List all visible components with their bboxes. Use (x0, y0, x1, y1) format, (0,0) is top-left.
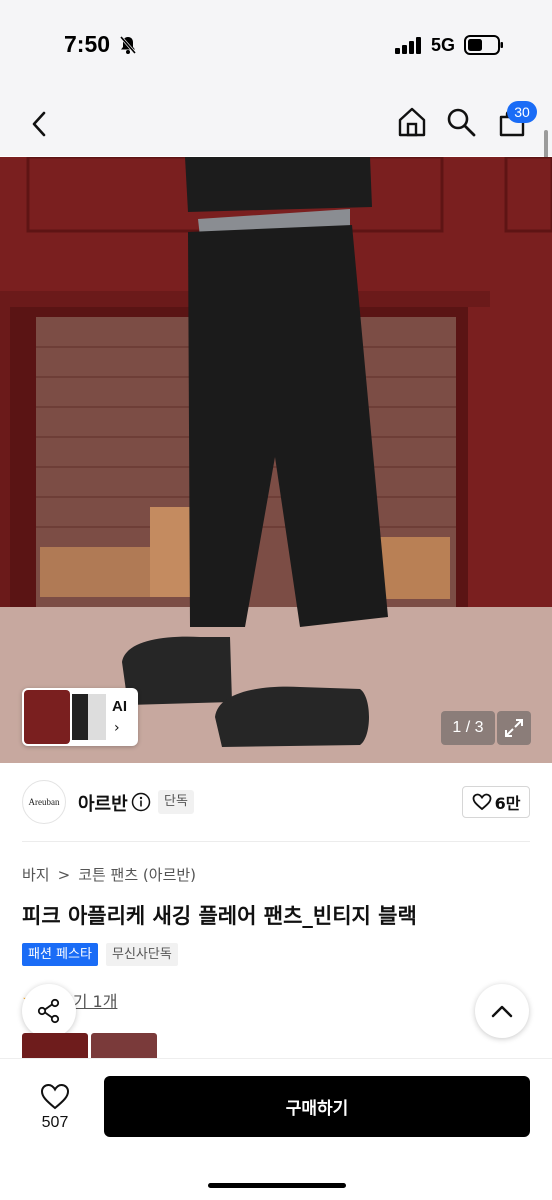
back-icon (32, 111, 46, 137)
wishlist-count: 507 (41, 1113, 69, 1131)
scroll-top-button[interactable] (475, 984, 529, 1038)
heart-icon (472, 793, 491, 811)
cart-count-badge: 30 (507, 101, 537, 123)
breadcrumb-category[interactable]: 바지 (22, 864, 50, 885)
home-icon (398, 107, 426, 137)
review-photo-thumbnail[interactable] (22, 1033, 88, 1059)
status-time: 7:50 (64, 31, 111, 57)
product-image[interactable] (0, 157, 552, 763)
fashion-festa-badge: 패션 페스타 (22, 943, 98, 966)
brand-like-count: 6만 (494, 794, 521, 813)
info-icon[interactable] (131, 792, 151, 812)
chevron-up-icon (491, 1005, 513, 1018)
brand-logo[interactable]: Areuban (22, 780, 66, 824)
thumbnail-image (88, 694, 106, 740)
musinsa-exclusive-badge: 무신사단독 (106, 943, 178, 966)
search-button[interactable] (443, 104, 479, 140)
home-button[interactable] (394, 104, 430, 140)
share-icon (37, 998, 60, 1024)
expand-icon (505, 719, 523, 737)
ai-label: AI (112, 698, 127, 715)
product-title: 피크 아플리케 새깅 플레어 팬츠_빈티지 블랙 (22, 904, 417, 928)
network-label: 5G (431, 35, 456, 55)
expand-image-button[interactable] (497, 711, 531, 745)
exclusive-badge: 단독 (158, 790, 194, 814)
heart-icon (40, 1083, 70, 1109)
wishlist-button[interactable]: 507 (22, 1077, 88, 1137)
back-button[interactable] (22, 106, 58, 142)
status-bar: 7:50 5G (0, 0, 552, 92)
breadcrumb-separator: > (57, 865, 71, 884)
battery-icon (464, 35, 503, 55)
top-nav-bar (0, 92, 552, 156)
breadcrumb: 바지 > 코튼 팬츠 (아르반) (22, 864, 196, 885)
thumbnail-image (24, 690, 70, 744)
ai-thumbnail-strip[interactable] (22, 688, 138, 746)
bell-slash-icon (119, 36, 137, 54)
product-photo (0, 157, 552, 763)
breadcrumb-subcategory[interactable]: 코튼 팬츠 (아르반) (78, 864, 196, 885)
buy-button[interactable]: 구매하기 (104, 1076, 530, 1137)
home-indicator (208, 1183, 346, 1188)
share-button[interactable] (22, 984, 76, 1038)
brand-like-button[interactable]: 6만 (462, 786, 530, 818)
divider (22, 841, 530, 842)
brand-name[interactable]: 아르반 (78, 790, 128, 816)
chevron-right-icon: › (114, 720, 120, 736)
image-page-counter: 1 / 3 (441, 711, 495, 745)
review-photo-thumbnail[interactable] (91, 1033, 157, 1059)
signal-icon (395, 37, 421, 54)
search-icon (447, 108, 476, 137)
